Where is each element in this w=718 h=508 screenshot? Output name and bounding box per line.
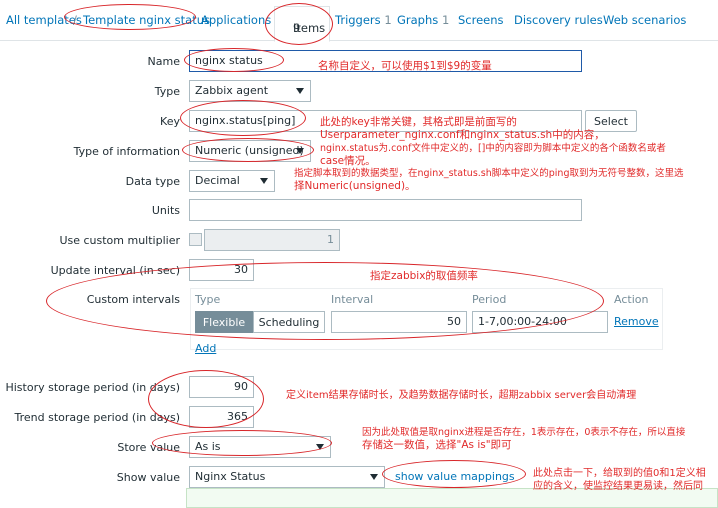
chevron-down-icon: [370, 474, 378, 480]
trend-label: Trend storage period (in days): [14, 411, 181, 424]
units-input[interactable]: [189, 199, 582, 221]
type-label: Type: [154, 85, 180, 98]
annotation-ellipse-name: [184, 48, 284, 72]
key-label: Key: [160, 115, 180, 128]
name-label: Name: [147, 55, 180, 68]
units-label: Units: [151, 204, 180, 217]
custom-multiplier-checkbox[interactable]: [189, 233, 202, 246]
show-value-label: Show value: [116, 471, 180, 484]
annotation-ellipse-items-tab: [265, 3, 333, 45]
annotation-ellipse-custom-intervals: [46, 262, 604, 340]
annotation-storage: 定义item结果存储时长，及趋势数据存储时长，超期zabbix server会自…: [286, 390, 637, 401]
tab-screens[interactable]: Screens: [458, 13, 504, 27]
ci-add-link[interactable]: Add: [195, 342, 216, 355]
data-type-label: Data type: [125, 175, 180, 188]
ci-header-action: Action: [614, 293, 649, 306]
type-of-information-label: Type of information: [73, 145, 180, 158]
show-value-select[interactable]: Nginx Status: [189, 466, 385, 488]
tab-triggers[interactable]: Triggers 1: [335, 13, 392, 27]
chevron-down-icon: [296, 88, 304, 94]
annotation-key: 此处的key非常关键，其格式即是前面写的 Userparameter_nginx…: [320, 116, 666, 167]
tab-discovery-rules[interactable]: Discovery rules: [514, 13, 603, 27]
chevron-down-icon: [260, 178, 268, 184]
annotation-ellipse-storage: [148, 370, 264, 428]
annotation-show-value: 此处点击一下，给取到的值0和1定义相 应的含义，使监控结果更易读，然后同: [533, 468, 706, 492]
tab-web-scenarios[interactable]: Web scenarios: [603, 13, 686, 27]
annotation-ellipse-store-value: [152, 430, 332, 456]
annotation-ellipse-key: [180, 100, 306, 136]
type-select[interactable]: Zabbix agent: [189, 80, 311, 102]
custom-multiplier-label: Use custom multiplier: [59, 234, 180, 247]
annotation-name: 名称自定义，可以使用$1到$9的变量: [318, 60, 492, 72]
annotation-ellipse-type-of-information: [182, 138, 314, 162]
annotation-interval: 指定zabbix的取值频率: [370, 270, 478, 282]
annotation-store-value: 因为此处取值是取nginx进程是否存在，1表示存在，0表示不存在，所以直接 存储…: [362, 427, 686, 451]
annotation-ellipse-breadcrumb: [64, 4, 196, 30]
tab-graphs[interactable]: Graphs 1: [397, 13, 449, 27]
data-type-select[interactable]: Decimal: [189, 170, 275, 192]
ci-remove-link[interactable]: Remove: [614, 315, 659, 328]
annotation-type-of-information: 指定脚本取到的数据类型，在nginx_status.sh脚本中定义的ping取到…: [294, 168, 684, 192]
custom-multiplier-input[interactable]: 1: [204, 229, 340, 251]
annotation-ellipse-show-value-mappings: [382, 460, 526, 488]
